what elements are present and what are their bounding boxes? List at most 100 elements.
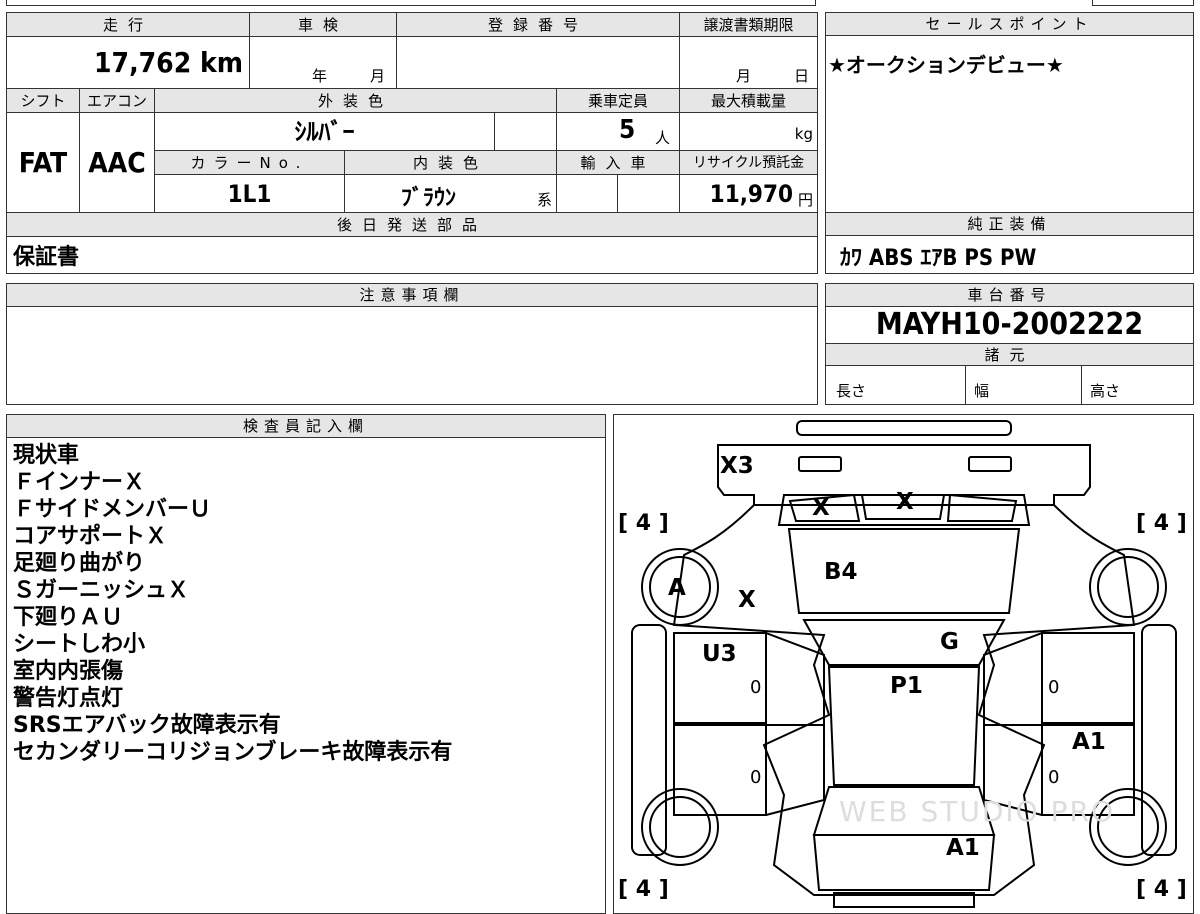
- mark-left-headlight: X: [812, 495, 830, 521]
- max-load-value-cell: kg: [680, 113, 817, 151]
- inspector-lines: 現状車 ＦインナーＸ ＦサイドメンバーＵ コアサポートＸ 足廻り曲がり Ｓガーニ…: [13, 442, 452, 766]
- tire-bl: [ 4 ]: [618, 877, 669, 902]
- tire-tr-value: 4: [1153, 511, 1170, 536]
- inspector-line: セカンダリーコリジョンブレーキ故障表示有: [13, 740, 453, 765]
- equipment-header: 純正装備: [826, 213, 1193, 236]
- interior-color-value: ﾌﾞﾗｳﾝ: [401, 186, 457, 211]
- recycle-unit: 円: [797, 191, 813, 209]
- tire-tl: [ 4 ]: [618, 511, 669, 536]
- spec-header: 諸元: [826, 344, 1193, 366]
- capacity-unit: 人: [655, 129, 671, 147]
- length-label: 長さ: [836, 382, 867, 400]
- mark-rear-right-door: A1: [1072, 729, 1106, 755]
- chassis-panel: 車台番号 MAYH10-2002222 諸元 長さ 幅 高さ: [825, 283, 1194, 405]
- mark-roof: P1: [890, 673, 923, 699]
- inspector-header: 検査員記入欄: [7, 415, 605, 438]
- inspector-line: 警告灯点灯: [13, 686, 124, 711]
- chassis-header: 車台番号: [826, 284, 1193, 307]
- mark-trunk: A1: [946, 835, 980, 861]
- later-parts-value: 保証書: [13, 245, 80, 270]
- watermark: WEB STUDIO PRO: [839, 795, 1115, 828]
- inspection-year-unit: 年: [312, 67, 328, 85]
- tire-br: [ 4 ]: [1136, 877, 1187, 902]
- height-cell: 高さ: [1082, 366, 1193, 404]
- registration-value: [397, 37, 680, 89]
- inspection-month-unit: 月: [370, 67, 386, 85]
- equipment-panel: 純正装備 ｶﾜ ABS ｴｱB PS PW: [825, 212, 1194, 274]
- vehicle-info-table: 走行 車検 登録番号 譲渡書類期限 17,762 km 年 月 月 日 シフト …: [6, 12, 818, 274]
- inspector-line: シートしわ小: [13, 632, 146, 657]
- inspector-line: 現状車: [13, 443, 80, 468]
- transfer-deadline-header: 譲渡書類期限: [680, 13, 817, 37]
- mark-left-fender: X: [738, 587, 756, 613]
- recycle-header: リサイクル預託金: [680, 151, 817, 175]
- aircon-value: AAC: [80, 113, 155, 213]
- tire-tr: [ 4 ]: [1136, 511, 1187, 536]
- mark-hood: B4: [824, 559, 858, 585]
- recycle-value: 11,970: [709, 180, 793, 208]
- exterior-color-value: ｼﾙﾊﾞｰ: [155, 113, 495, 151]
- width-label: 幅: [974, 382, 990, 400]
- chassis-value: MAYH10-2002222: [826, 306, 1193, 344]
- transfer-deadline-value: 月 日: [680, 37, 817, 89]
- mark-front-bumper: X3: [720, 453, 754, 479]
- import-value-b: [618, 175, 680, 213]
- mark-front-left-wheel: A: [668, 575, 686, 601]
- sales-point-header: セールスポイント: [826, 13, 1193, 36]
- transfer-day-unit: 日: [794, 67, 810, 85]
- inspector-line: 下廻りＡＵ: [13, 605, 124, 630]
- transfer-month-unit: 月: [736, 67, 752, 85]
- zero-mark: 0: [750, 767, 762, 788]
- inspector-line: ＦインナーＸ: [13, 470, 146, 495]
- notes-header: 注意事項欄: [7, 284, 817, 307]
- inspector-panel: 検査員記入欄 現状車 ＦインナーＸ ＦサイドメンバーＵ コアサポートＸ 足廻り曲…: [6, 414, 606, 914]
- equipment-value: ｶﾜ ABS ｴｱB PS PW: [840, 246, 1037, 271]
- exterior-color-header: 外装色: [155, 89, 557, 113]
- inspection-header: 車検: [250, 13, 397, 37]
- notes-panel: 注意事項欄: [6, 283, 818, 405]
- top-strip: [6, 0, 816, 6]
- capacity-header: 乗車定員: [557, 89, 680, 113]
- recycle-value-cell: 11,970 円: [680, 175, 817, 213]
- inspector-line: 足廻り曲がり: [13, 551, 146, 576]
- import-header: 輸入車: [557, 151, 680, 175]
- sales-point-panel: セールスポイント ★オークションデビュー★: [825, 12, 1194, 214]
- inspector-line: コアサポートＸ: [13, 524, 168, 549]
- mark-front-left-door: U3: [702, 641, 737, 667]
- import-value-a: [557, 175, 618, 213]
- color-no-header: カラーNo.: [155, 151, 345, 175]
- inspector-line: ＳガーニッシュＸ: [13, 578, 190, 603]
- sales-point-text: ★オークションデビュー★: [828, 53, 1064, 77]
- capacity-value-cell: 5 人: [557, 113, 680, 151]
- max-load-unit: kg: [794, 125, 813, 143]
- interior-color-header: 内装色: [345, 151, 557, 175]
- tire-bl-value: 4: [635, 877, 652, 902]
- aircon-header: エアコン: [80, 89, 155, 113]
- inspector-line: 室内内張傷: [13, 659, 124, 684]
- length-cell: 長さ: [826, 366, 966, 404]
- inspector-line: SRSエアバック故障表示有: [13, 713, 281, 738]
- zero-mark: 0: [1048, 767, 1060, 788]
- mark-windshield: G: [940, 629, 959, 655]
- registration-header: 登録番号: [397, 13, 680, 37]
- car-diagram-panel: WEB STUDIO PRO [ 4 ] [ 4 ] [ 4 ] [ 4 ] X…: [613, 414, 1194, 914]
- interior-color-suffix: 系: [536, 191, 552, 209]
- interior-color-cell: ﾌﾞﾗｳﾝ 系: [345, 175, 557, 213]
- height-label: 高さ: [1090, 382, 1121, 400]
- mileage-header: 走行: [7, 13, 250, 37]
- color-no-value: 1L1: [155, 175, 345, 213]
- tire-br-value: 4: [1153, 877, 1170, 902]
- width-cell: 幅: [966, 366, 1082, 404]
- mileage-value: 17,762 km: [7, 37, 250, 89]
- exterior-color-extra: [495, 113, 557, 151]
- capacity-value: 5: [619, 115, 636, 145]
- shift-header: シフト: [7, 89, 80, 113]
- top-strip-right: [1092, 0, 1194, 6]
- max-load-header: 最大積載量: [680, 89, 817, 113]
- inspection-value: 年 月: [250, 37, 397, 89]
- zero-mark: 0: [1048, 677, 1060, 698]
- inspector-line: ＦサイドメンバーＵ: [13, 497, 212, 522]
- mark-right-headlight: X: [896, 489, 914, 515]
- tire-tl-value: 4: [635, 511, 652, 536]
- shift-value: FAT: [7, 113, 80, 213]
